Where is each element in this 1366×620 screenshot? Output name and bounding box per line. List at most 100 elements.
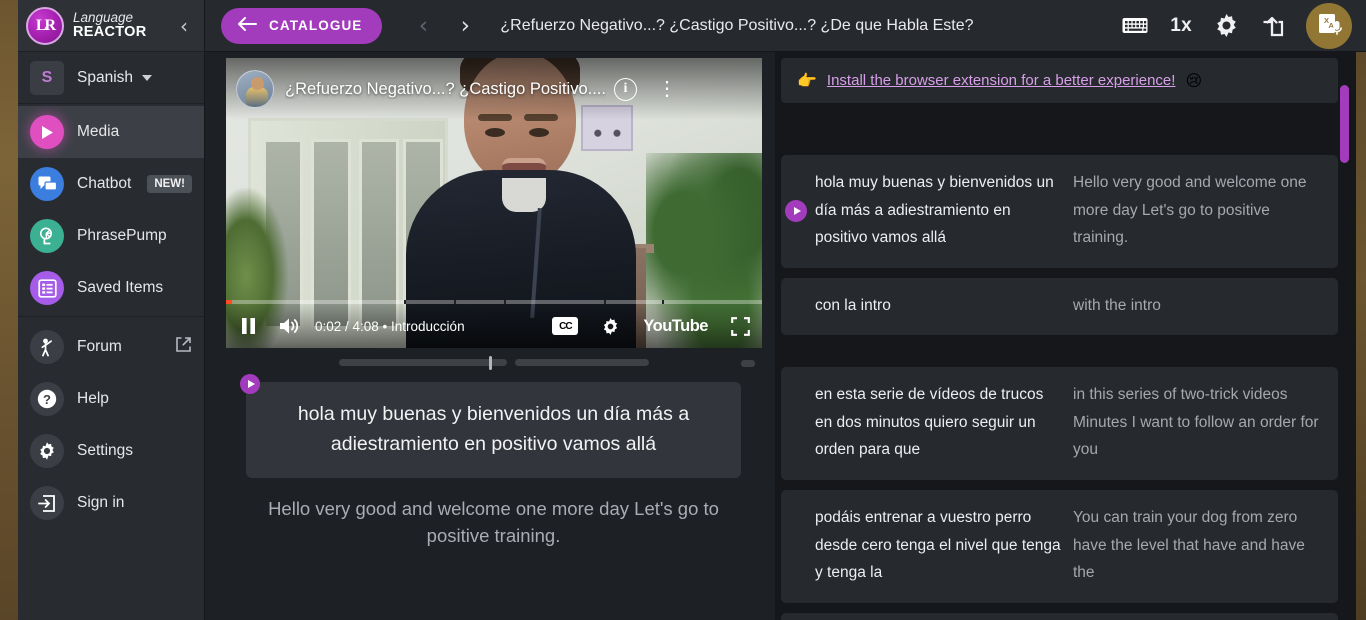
top-toolbar: CATALOGUE ‹ › ¿Refuerzo Negativo...? ¿Ca… xyxy=(205,0,1366,52)
sidebar-item-settings[interactable]: Settings xyxy=(18,425,204,477)
background-page-strip-right xyxy=(1356,52,1366,620)
play-icon[interactable] xyxy=(785,200,807,223)
transcript-scrollbar-thumb[interactable] xyxy=(1340,85,1349,163)
subtitle-target: You can train your dog from zero have th… xyxy=(1073,509,1305,582)
play-icon xyxy=(30,115,64,149)
sidebar-item-label-forum: Forum xyxy=(77,338,122,355)
pump-icon xyxy=(30,219,64,253)
translate-mic-icon[interactable]: X A xyxy=(1306,2,1352,49)
subtitle-list: hola muy buenas y bienvenidos un día más… xyxy=(781,155,1338,620)
caption-source-card[interactable]: hola muy buenas y bienvenidos un día más… xyxy=(246,382,741,479)
table-row[interactable]: hola muy buenas y bienvenidos un día más… xyxy=(781,155,1338,268)
table-row[interactable] xyxy=(781,612,1338,620)
sidebar-nav-secondary: Forum ? Help Settings Sign in xyxy=(18,317,204,531)
table-row[interactable]: podáis entrenar a vuestro perro desde ce… xyxy=(781,490,1338,603)
crying-face-icon: 😢 xyxy=(1185,71,1203,90)
new-badge: NEW! xyxy=(147,175,192,193)
sidebar-item-label-saved-items: Saved Items xyxy=(77,279,164,296)
person-icon xyxy=(30,330,64,364)
play-icon[interactable] xyxy=(240,374,260,394)
caption-source-text: hola muy buenas y bienvenidos un día más… xyxy=(297,403,690,456)
install-extension-banner[interactable]: 👉 Install the browser extension for a be… xyxy=(781,58,1338,103)
youtube-logo[interactable]: YouTube xyxy=(643,317,708,336)
slider-track[interactable] xyxy=(338,355,649,370)
gear-icon[interactable] xyxy=(601,317,620,336)
logo-icon: LR xyxy=(26,6,64,45)
language-badge: S xyxy=(30,60,64,95)
keyboard-icon[interactable] xyxy=(1122,16,1148,35)
video-time-label: 0:02 / 4:08 • Introducción xyxy=(315,318,465,334)
video-controls-right: CC YouTube xyxy=(552,317,750,336)
fullscreen-icon[interactable] xyxy=(731,316,750,336)
video-progress-bar[interactable] xyxy=(226,300,762,304)
player-column: ¿Refuerzo Negativo...? ¿Castigo Positivo… xyxy=(205,52,775,620)
more-vertical-icon[interactable]: ⋮ xyxy=(657,79,677,99)
sidebar-item-label-settings: Settings xyxy=(77,442,134,459)
sidebar-item-help[interactable]: ? Help xyxy=(18,373,204,425)
gear-icon[interactable] xyxy=(1214,13,1239,38)
transcript-scrollbar[interactable] xyxy=(1340,85,1349,620)
subtitle-target: Hello very good and welcome one more day… xyxy=(1073,174,1307,247)
sidebar-item-label-sign-in: Sign in xyxy=(77,494,125,511)
sidebar-item-media[interactable]: Media xyxy=(18,106,204,158)
catalogue-button[interactable]: CATALOGUE xyxy=(221,7,383,44)
slider-segment-right xyxy=(514,358,649,366)
next-video-button[interactable]: › xyxy=(448,9,482,43)
language-selector[interactable]: S Spanish xyxy=(18,52,204,104)
catalogue-label: CATALOGUE xyxy=(269,18,363,33)
svg-text:?: ? xyxy=(43,392,51,407)
subtitle-source: podáis entrenar a vuestro perro desde ce… xyxy=(815,509,1061,582)
sidebar-item-chatbot[interactable]: Chatbot NEW! xyxy=(18,158,204,210)
external-link-icon xyxy=(175,336,192,358)
language-reactor-app: LR Language REACTOR ‹ S Spanish Media Ch… xyxy=(0,0,1366,620)
pointing-hand-icon: 👉 xyxy=(797,71,817,90)
sidebar-item-label-phrasepump: PhrasePump xyxy=(77,227,167,244)
chevron-left-icon[interactable]: ‹ xyxy=(174,12,194,40)
current-caption: hola muy buenas y bienvenidos un día más… xyxy=(226,374,761,550)
subtitle-target: in this series of two-trick videos Minut… xyxy=(1073,386,1319,459)
toolbar-actions: 1x X A xyxy=(1122,2,1352,49)
sidebar-item-phrasepump[interactable]: PhrasePump xyxy=(18,210,204,262)
volume-icon[interactable] xyxy=(279,317,301,335)
share-icon[interactable] xyxy=(1261,14,1284,37)
table-row[interactable]: en esta serie de vídeos de trucos en dos… xyxy=(781,367,1338,481)
subtitle-source: con la intro xyxy=(815,296,891,314)
table-row[interactable]: con la intro with the intro xyxy=(781,277,1338,336)
video-player[interactable]: ¿Refuerzo Negativo...? ¿Castigo Positivo… xyxy=(226,58,762,348)
sidebar: LR Language REACTOR ‹ S Spanish Media Ch… xyxy=(18,0,205,620)
list-icon xyxy=(30,271,64,305)
subtitle-position-slider[interactable] xyxy=(226,348,761,376)
arrow-left-icon xyxy=(237,17,257,34)
slider-segment-left xyxy=(338,358,507,366)
brand-line-1: Language xyxy=(73,9,134,25)
install-extension-link[interactable]: Install the browser extension for a bett… xyxy=(827,72,1176,89)
chevron-down-icon[interactable] xyxy=(142,74,153,81)
slider-handle[interactable] xyxy=(488,355,492,370)
sidebar-item-forum[interactable]: Forum xyxy=(18,321,204,373)
closed-captions-icon[interactable]: CC xyxy=(552,317,579,335)
question-icon: ? xyxy=(30,382,64,416)
background-page-strip-left xyxy=(0,0,18,620)
prev-video-button[interactable]: ‹ xyxy=(406,9,440,43)
playback-speed-button[interactable]: 1x xyxy=(1170,15,1192,37)
sidebar-item-label-chatbot: Chatbot xyxy=(77,175,132,192)
chat-icon xyxy=(30,167,64,201)
video-title: ¿Refuerzo Negativo...? ¿Castigo Positivo… xyxy=(285,79,606,98)
pause-icon[interactable] xyxy=(240,317,257,335)
sidebar-nav-primary: Media Chatbot NEW! PhrasePump Saved Item… xyxy=(18,104,204,317)
language-label: Spanish xyxy=(77,68,134,86)
transcript-panel: 👉 Install the browser extension for a be… xyxy=(775,52,1356,620)
caption-translation-text: Hello very good and welcome one more day… xyxy=(268,498,719,547)
login-icon xyxy=(30,486,64,520)
sidebar-item-sign-in[interactable]: Sign in xyxy=(18,477,204,529)
video-progress-played xyxy=(226,300,233,304)
sidebar-item-label-help: Help xyxy=(77,390,109,407)
sidebar-item-saved-items[interactable]: Saved Items xyxy=(18,262,204,314)
subtitle-target: with the intro xyxy=(1073,296,1161,314)
slider-end-marker[interactable] xyxy=(741,360,755,367)
channel-avatar[interactable] xyxy=(236,70,274,108)
video-header: ¿Refuerzo Negativo...? ¿Castigo Positivo… xyxy=(226,58,762,120)
info-icon[interactable]: i xyxy=(613,77,637,101)
brand-text: Language REACTOR xyxy=(73,9,147,40)
video-controls-row: 0:02 / 4:08 • Introducción CC YouTube xyxy=(226,304,762,348)
